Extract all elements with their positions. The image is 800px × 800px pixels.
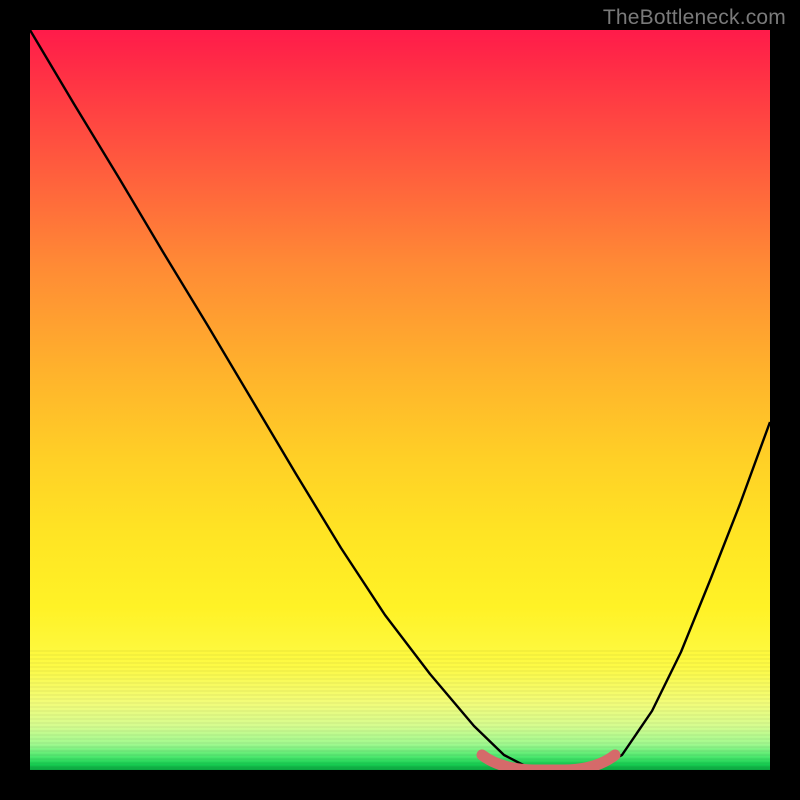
plot-area: [30, 30, 770, 770]
heat-gradient: [30, 30, 770, 770]
watermark-text: TheBottleneck.com: [603, 6, 786, 30]
